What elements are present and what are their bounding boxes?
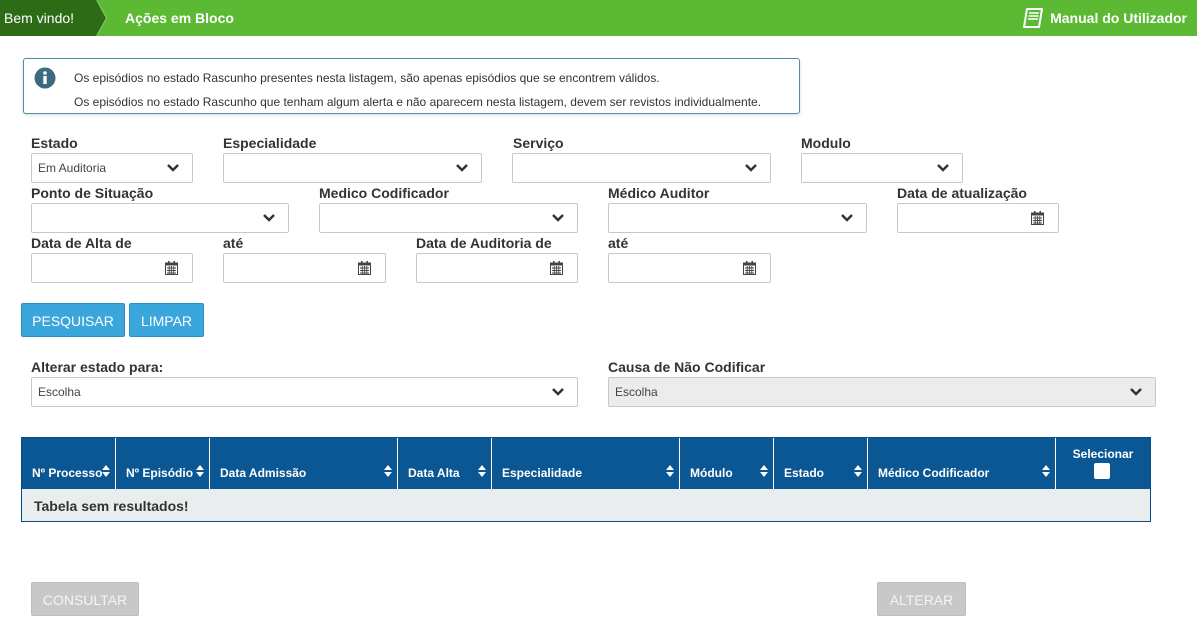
chevron-down-icon [167, 164, 179, 172]
column-header-label: Selecionar [1072, 447, 1134, 461]
manual-link[interactable]: Manual do Utilizador [1022, 0, 1187, 36]
alterar-estado-select[interactable]: Escolha [31, 377, 578, 407]
table-header: Nº Processo Nº Episódio Data Admissão Da… [22, 438, 1150, 489]
medico-codificador-label: Medico Codificador [319, 185, 449, 201]
calendar-icon[interactable] [743, 261, 756, 275]
alterar-estado-label: Alterar estado para: [31, 359, 164, 375]
limpar-button[interactable]: LIMPAR [129, 303, 204, 337]
chevron-down-icon [263, 214, 275, 222]
column-header-label: Módulo [690, 466, 733, 480]
especialidade-label: Especialidade [223, 135, 317, 151]
column-header-medico-codificador[interactable]: Médico Codificador [868, 438, 1056, 489]
medico-auditor-select[interactable] [608, 203, 867, 233]
info-text-line-2: Os episódios no estado Rascunho que tenh… [74, 95, 762, 109]
especialidade-select[interactable] [223, 153, 482, 183]
causa-nao-codificar-value: Escolha [615, 385, 658, 399]
column-header-data-alta[interactable]: Data Alta [398, 438, 492, 489]
select-all-checkbox[interactable] [1094, 463, 1110, 479]
sort-icon [760, 465, 768, 477]
chevron-down-icon [841, 214, 853, 222]
calendar-icon[interactable] [550, 261, 563, 275]
info-icon [34, 67, 56, 89]
breadcrumb-home[interactable]: Bem vindo! [0, 0, 96, 36]
column-header-selecionar: Selecionar [1056, 438, 1150, 489]
book-icon [1023, 8, 1044, 28]
results-table: Nº Processo Nº Episódio Data Admissão Da… [21, 437, 1151, 522]
data-alta-de-input[interactable] [31, 253, 193, 283]
modulo-select[interactable] [801, 153, 963, 183]
data-atualizacao-label: Data de atualização [897, 185, 1027, 201]
sort-icon [854, 465, 862, 477]
data-auditoria-de-label: Data de Auditoria de [416, 235, 552, 251]
column-header-label: Especialidade [502, 466, 583, 480]
breadcrumb-separator [96, 0, 106, 36]
sort-icon [1042, 465, 1050, 477]
column-header-label: Médico Codificador [878, 466, 990, 480]
column-header-data-admissao[interactable]: Data Admissão [210, 438, 398, 489]
table-empty-row: Tabela sem resultados! [22, 489, 1150, 521]
info-text-line-1: Os episódios no estado Rascunho presente… [74, 71, 660, 85]
table-empty-message: Tabela sem resultados! [34, 498, 189, 514]
chevron-down-icon [552, 388, 564, 396]
column-header-processo[interactable]: Nº Processo [22, 438, 116, 489]
column-header-label: Data Admissão [220, 466, 307, 480]
data-auditoria-ate-input[interactable] [608, 253, 771, 283]
alterar-estado-value: Escolha [38, 385, 81, 399]
causa-nao-codificar-label: Causa de Não Codificar [608, 359, 766, 375]
chevron-down-icon [937, 164, 949, 172]
sort-icon [102, 465, 110, 477]
consultar-button[interactable]: CONSULTAR [31, 582, 139, 616]
data-alta-ate-input[interactable] [223, 253, 386, 283]
data-alta-ate-label: até [223, 235, 244, 251]
ponto-situacao-label: Ponto de Situação [31, 185, 154, 201]
sort-icon [196, 465, 204, 477]
calendar-icon[interactable] [165, 261, 178, 275]
estado-value: Em Auditoria [38, 161, 107, 175]
data-alta-de-label: Data de Alta de [31, 235, 132, 251]
calendar-icon[interactable] [1031, 211, 1044, 225]
servico-label: Serviço [513, 135, 564, 151]
column-header-label: Estado [784, 466, 825, 480]
medico-codificador-select[interactable] [319, 203, 578, 233]
modulo-label: Modulo [801, 135, 851, 151]
column-header-label: Nº Episódio [126, 466, 194, 480]
alterar-button[interactable]: ALTERAR [877, 582, 966, 616]
medico-auditor-label: Médico Auditor [608, 185, 710, 201]
chevron-down-icon [745, 164, 757, 172]
servico-select[interactable] [512, 153, 771, 183]
chevron-down-icon [456, 164, 468, 172]
column-header-especialidade[interactable]: Especialidade [492, 438, 680, 489]
chevron-down-icon [552, 214, 564, 222]
data-auditoria-ate-label: até [608, 235, 629, 251]
sort-icon [384, 465, 392, 477]
column-header-label: Data Alta [408, 466, 460, 480]
top-bar: Bem vindo! Ações em Bloco Manual do Util… [0, 0, 1197, 36]
column-header-label: Nº Processo [32, 466, 103, 480]
column-header-modulo[interactable]: Módulo [680, 438, 774, 489]
sort-icon [666, 465, 674, 477]
breadcrumb-current: Ações em Bloco [125, 10, 234, 26]
ponto-situacao-select[interactable] [31, 203, 289, 233]
info-alert: Os episódios no estado Rascunho presente… [23, 58, 800, 114]
causa-nao-codificar-select: Escolha [608, 377, 1156, 407]
manual-label: Manual do Utilizador [1050, 10, 1187, 26]
pesquisar-button[interactable]: PESQUISAR [21, 303, 125, 337]
calendar-icon[interactable] [358, 261, 371, 275]
data-auditoria-de-input[interactable] [416, 253, 578, 283]
estado-select[interactable]: Em Auditoria [31, 153, 193, 183]
column-header-estado[interactable]: Estado [774, 438, 868, 489]
chevron-down-icon [1130, 388, 1142, 396]
column-header-episodio[interactable]: Nº Episódio [116, 438, 210, 489]
data-atualizacao-input[interactable] [897, 203, 1059, 233]
estado-label: Estado [31, 135, 78, 151]
sort-icon [478, 465, 486, 477]
